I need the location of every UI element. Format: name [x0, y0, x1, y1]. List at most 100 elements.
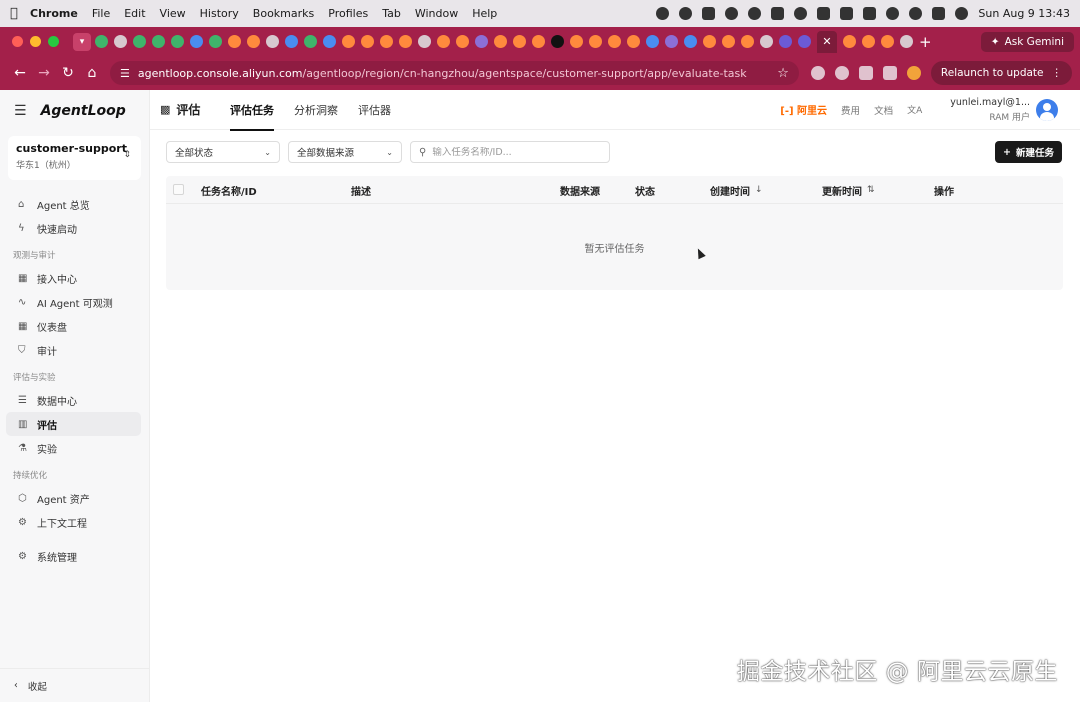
menu-help[interactable]: Help	[472, 7, 497, 20]
home-icon[interactable]: ⌂	[80, 65, 104, 81]
tab-favicon-c-icon[interactable]	[684, 35, 697, 48]
menu-app-name[interactable]: Chrome	[30, 7, 78, 20]
extension-icon[interactable]	[810, 66, 825, 80]
url-field[interactable]: ☰ agentloop.console.aliyun.com/agentloop…	[110, 61, 799, 85]
status-filter-select[interactable]: 全部状态 ⌄	[166, 141, 280, 163]
siri-icon[interactable]	[955, 7, 969, 20]
sidebar-item-system-management[interactable]: ⚙ 系统管理	[6, 544, 141, 568]
pen-icon[interactable]	[771, 7, 785, 20]
sidebar-item-agent-assets[interactable]: ⬡ Agent 资产	[6, 486, 141, 510]
bookmark-star-icon[interactable]: ☆	[777, 66, 789, 81]
link-icon[interactable]	[886, 7, 900, 20]
new-tab-plus-icon[interactable]: +	[919, 33, 932, 51]
sidebar-collapse-button[interactable]: ‹ 收起	[0, 668, 149, 702]
tab-favicon-c-icon[interactable]	[779, 35, 792, 48]
menu-file[interactable]: File	[92, 7, 110, 20]
menu-history[interactable]: History	[200, 7, 239, 20]
active-tab-close-icon[interactable]: ✕	[817, 30, 837, 53]
tab-favicon-aliyun-icon[interactable]	[862, 35, 875, 48]
tab-evaluators[interactable]: 评估器	[358, 90, 391, 130]
tab-favicon-globe-icon[interactable]	[760, 35, 773, 48]
reload-icon[interactable]: ↻	[56, 65, 80, 81]
input-method-icon[interactable]	[840, 7, 854, 20]
tab-favicon-doc-icon[interactable]	[285, 35, 298, 48]
tab-evaluate-tasks[interactable]: 评估任务	[230, 90, 274, 131]
tab-favicon-doc-icon[interactable]	[323, 35, 336, 48]
minimize-window-icon[interactable]	[30, 36, 41, 47]
puzzle-icon[interactable]	[882, 66, 897, 80]
avatar[interactable]	[1036, 98, 1058, 121]
user-info[interactable]: yunlei.mayl@1... RAM 用户	[950, 97, 1030, 123]
column-created-time[interactable]: 创建时间 ↓	[710, 176, 763, 204]
record-icon[interactable]	[656, 7, 670, 20]
new-task-button[interactable]: + 新建任务	[995, 141, 1062, 163]
sidebar-item-integration-center[interactable]: ▦ 接入中心	[6, 266, 141, 290]
relaunch-to-update-button[interactable]: Relaunch to update ⋮	[930, 61, 1072, 85]
tab-favicon-chat-icon[interactable]	[152, 35, 165, 48]
tab-favicon-aliyun-icon[interactable]	[513, 35, 526, 48]
tab-favicon-aliyun-icon[interactable]	[703, 35, 716, 48]
tab-favicon-app-icon[interactable]	[646, 35, 659, 48]
tab-favicon-aliyun-icon[interactable]	[570, 35, 583, 48]
tab-favicon-app-icon[interactable]	[475, 35, 488, 48]
tab-favicon-aliyun-icon[interactable]	[589, 35, 602, 48]
tab-favicon-aliyun-icon[interactable]	[627, 35, 640, 48]
forward-arrow-icon[interactable]: →	[32, 65, 56, 81]
column-updated-time[interactable]: 更新时间 ⇅	[822, 176, 875, 204]
tab-favicon-grid-icon[interactable]	[114, 35, 127, 48]
tab-favicon-aliyun-icon[interactable]	[437, 35, 450, 48]
header-link-docs[interactable]: 文档	[874, 103, 893, 117]
menu-profiles[interactable]: Profiles	[328, 7, 368, 20]
sort-down-icon[interactable]: ↓	[755, 185, 763, 195]
tab-favicon-chat-icon[interactable]	[133, 35, 146, 48]
tab-favicon-grid-icon[interactable]	[418, 35, 431, 48]
task-search-input[interactable]	[432, 146, 593, 158]
sidebar-item-dashboard[interactable]: ▦ 仪表盘	[6, 314, 141, 338]
sidebar-item-evaluate[interactable]: ▥ 评估	[6, 412, 141, 436]
tab-favicon-aliyun-icon[interactable]	[342, 35, 355, 48]
sidebar-item-quick-start[interactable]: ϟ 快速启动	[6, 216, 141, 240]
sidebar-item-agent-overview[interactable]: ⌂ Agent 总览	[6, 192, 141, 216]
loader-icon[interactable]	[794, 7, 808, 20]
menubar-clock[interactable]: Sun Aug 9 13:43	[978, 7, 1070, 20]
apple-icon[interactable]: 	[10, 6, 30, 21]
tab-favicon-aliyun-icon[interactable]	[361, 35, 374, 48]
control-center-icon[interactable]	[932, 7, 946, 20]
battery-icon[interactable]	[863, 7, 877, 20]
profile-icon[interactable]	[906, 66, 921, 80]
tab-favicon-aliyun-icon[interactable]	[881, 35, 894, 48]
menu-view[interactable]: View	[160, 7, 186, 20]
tab-favicon-aliyun-icon[interactable]	[741, 35, 754, 48]
fork-icon[interactable]	[702, 7, 716, 20]
hamburger-menu-icon[interactable]: ☰	[14, 103, 27, 119]
sidebar-item-data-center[interactable]: ☰ 数据中心	[6, 388, 141, 412]
sidebar-item-experiment[interactable]: ⚗ 实验	[6, 436, 141, 460]
tab-favicon-aliyun-icon[interactable]	[228, 35, 241, 48]
sidebar-item-context-engineering[interactable]: ⚙ 上下文工程	[6, 510, 141, 534]
tab-favicon-chat-icon[interactable]	[171, 35, 184, 48]
tab-favicon-aliyun-icon[interactable]	[722, 35, 735, 48]
aliyun-logo[interactable]: [-] 阿里云	[780, 102, 827, 117]
menu-window[interactable]: Window	[415, 7, 458, 20]
menu-tab[interactable]: Tab	[382, 7, 401, 20]
moon-icon[interactable]	[748, 7, 762, 20]
language-switch-icon[interactable]: 文A	[907, 103, 922, 116]
spotlight-search-icon[interactable]	[909, 7, 923, 20]
tab-favicon-globe-icon[interactable]	[900, 35, 913, 48]
tab-favicon-aliyun-icon[interactable]	[247, 35, 260, 48]
workspace-selector[interactable]: customer-support 华东1（杭州） ⇕	[8, 136, 141, 180]
tab-favicon-aliyun-icon[interactable]	[456, 35, 469, 48]
tab-favicon-aliyun-icon[interactable]	[380, 35, 393, 48]
sidebar-item-audit[interactable]: ⛉ 审计	[6, 338, 141, 362]
menu-edit[interactable]: Edit	[124, 7, 145, 20]
tab-favicon-x-icon[interactable]	[551, 35, 564, 48]
tab-favicon-chat-icon[interactable]	[95, 35, 108, 48]
tab-favicon-c-icon[interactable]	[190, 35, 203, 48]
tab-analysis-insights[interactable]: 分析洞察	[294, 90, 338, 130]
tab-favicon-chat-icon[interactable]	[209, 35, 222, 48]
more-menu-icon[interactable]: ⋮	[1052, 67, 1063, 79]
tab-favicon-aliyun-icon[interactable]	[608, 35, 621, 48]
tab-favicon-aliyun-icon[interactable]	[532, 35, 545, 48]
tab-favicon-aliyun-icon[interactable]	[843, 35, 856, 48]
tab-favicon-app-icon[interactable]	[665, 35, 678, 48]
